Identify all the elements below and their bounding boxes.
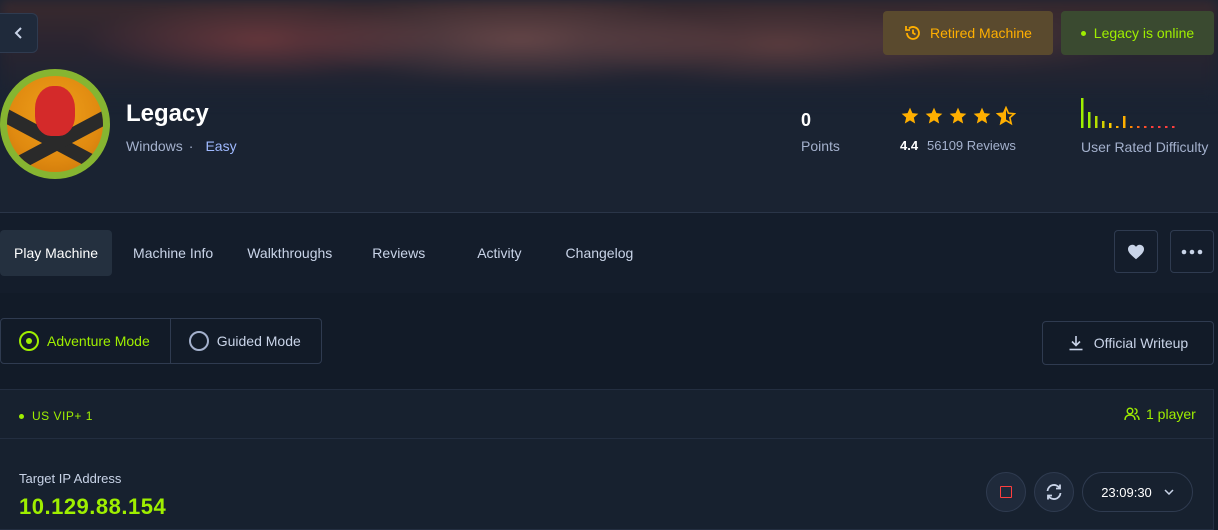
difficulty-label: User Rated Difficulty <box>1081 139 1209 155</box>
target-ip-value[interactable]: 10.129.88.154 <box>19 494 166 520</box>
points-value: 0 <box>801 110 812 130</box>
tab-machine-info[interactable]: Machine Info <box>112 230 234 276</box>
back-button[interactable] <box>0 13 38 53</box>
official-writeup-button[interactable]: Official Writeup <box>1042 321 1214 365</box>
mode-selector: Adventure Mode Guided Mode <box>0 318 322 364</box>
heart-icon <box>1128 244 1144 259</box>
player-count-label: 1 player <box>1146 406 1196 422</box>
chevron-left-icon <box>14 27 22 39</box>
target-ip-label: Target IP Address <box>19 471 122 486</box>
stop-icon <box>1000 486 1012 498</box>
tab-activity[interactable]: Activity <box>449 230 543 276</box>
radio-unchecked-icon <box>188 331 209 351</box>
history-icon <box>905 26 920 40</box>
guided-mode-label: Guided Mode <box>216 333 301 349</box>
machine-meta: Windows · Easy <box>126 138 237 154</box>
star-icon <box>925 107 943 124</box>
retired-machine-label: Retired Machine <box>930 25 1032 41</box>
reviews-count: 56109 Reviews <box>927 138 1016 153</box>
rating-stars <box>900 106 1016 126</box>
tab-play-machine[interactable]: Play Machine <box>0 230 113 276</box>
machine-status-label: Legacy is online <box>1093 25 1195 41</box>
machine-avatar <box>0 69 110 179</box>
star-icon <box>949 107 967 124</box>
star-icon <box>901 107 919 124</box>
machine-difficulty: Easy <box>205 138 237 154</box>
refresh-icon <box>1046 484 1062 500</box>
star-icon <box>973 107 991 124</box>
star-half-icon <box>996 106 1016 126</box>
player-count: 1 player <box>1124 406 1196 422</box>
machine-tabs: Play Machine Machine Info Walkthroughs R… <box>0 230 647 276</box>
vpn-connection-card <box>0 389 1214 530</box>
tab-walkthroughs[interactable]: Walkthroughs <box>234 230 350 276</box>
points-label: Points <box>801 138 840 154</box>
meta-separator: · <box>188 138 194 154</box>
machine-timer-dropdown[interactable]: 23:09:30 <box>1082 472 1193 512</box>
machine-os: Windows <box>126 138 183 154</box>
divider <box>0 212 1218 213</box>
machine-name: Legacy <box>126 100 209 127</box>
stop-machine-button[interactable] <box>986 472 1026 512</box>
retired-machine-button[interactable]: Retired Machine <box>883 11 1053 55</box>
adventure-mode-option[interactable]: Adventure Mode <box>1 319 171 363</box>
favorite-button[interactable] <box>1114 230 1158 273</box>
download-icon <box>1069 336 1083 351</box>
online-dot-icon <box>19 413 24 419</box>
rating-value: 4.4 <box>900 138 919 153</box>
reset-machine-button[interactable] <box>1034 472 1074 512</box>
users-icon <box>1124 407 1140 421</box>
divider <box>0 438 1214 439</box>
difficulty-chart <box>1081 98 1175 128</box>
adventure-mode-label: Adventure Mode <box>47 333 150 349</box>
online-dot-icon <box>1080 30 1086 36</box>
vpn-server-tag: US VIP+ 1 <box>19 409 93 423</box>
chevron-down-icon <box>1164 489 1174 495</box>
radio-checked-icon <box>19 331 39 351</box>
vpn-server-label: US VIP+ 1 <box>32 409 93 423</box>
machine-timer-value: 23:09:30 <box>1101 484 1152 500</box>
tab-reviews[interactable]: Reviews <box>350 230 449 276</box>
guided-mode-option[interactable]: Guided Mode <box>171 319 321 363</box>
more-options-button[interactable] <box>1170 230 1214 273</box>
more-horizontal-icon <box>1181 249 1203 254</box>
tab-changelog[interactable]: Changelog <box>544 230 648 276</box>
official-writeup-label: Official Writeup <box>1093 335 1189 351</box>
machine-status-badge: Legacy is online <box>1061 11 1214 55</box>
